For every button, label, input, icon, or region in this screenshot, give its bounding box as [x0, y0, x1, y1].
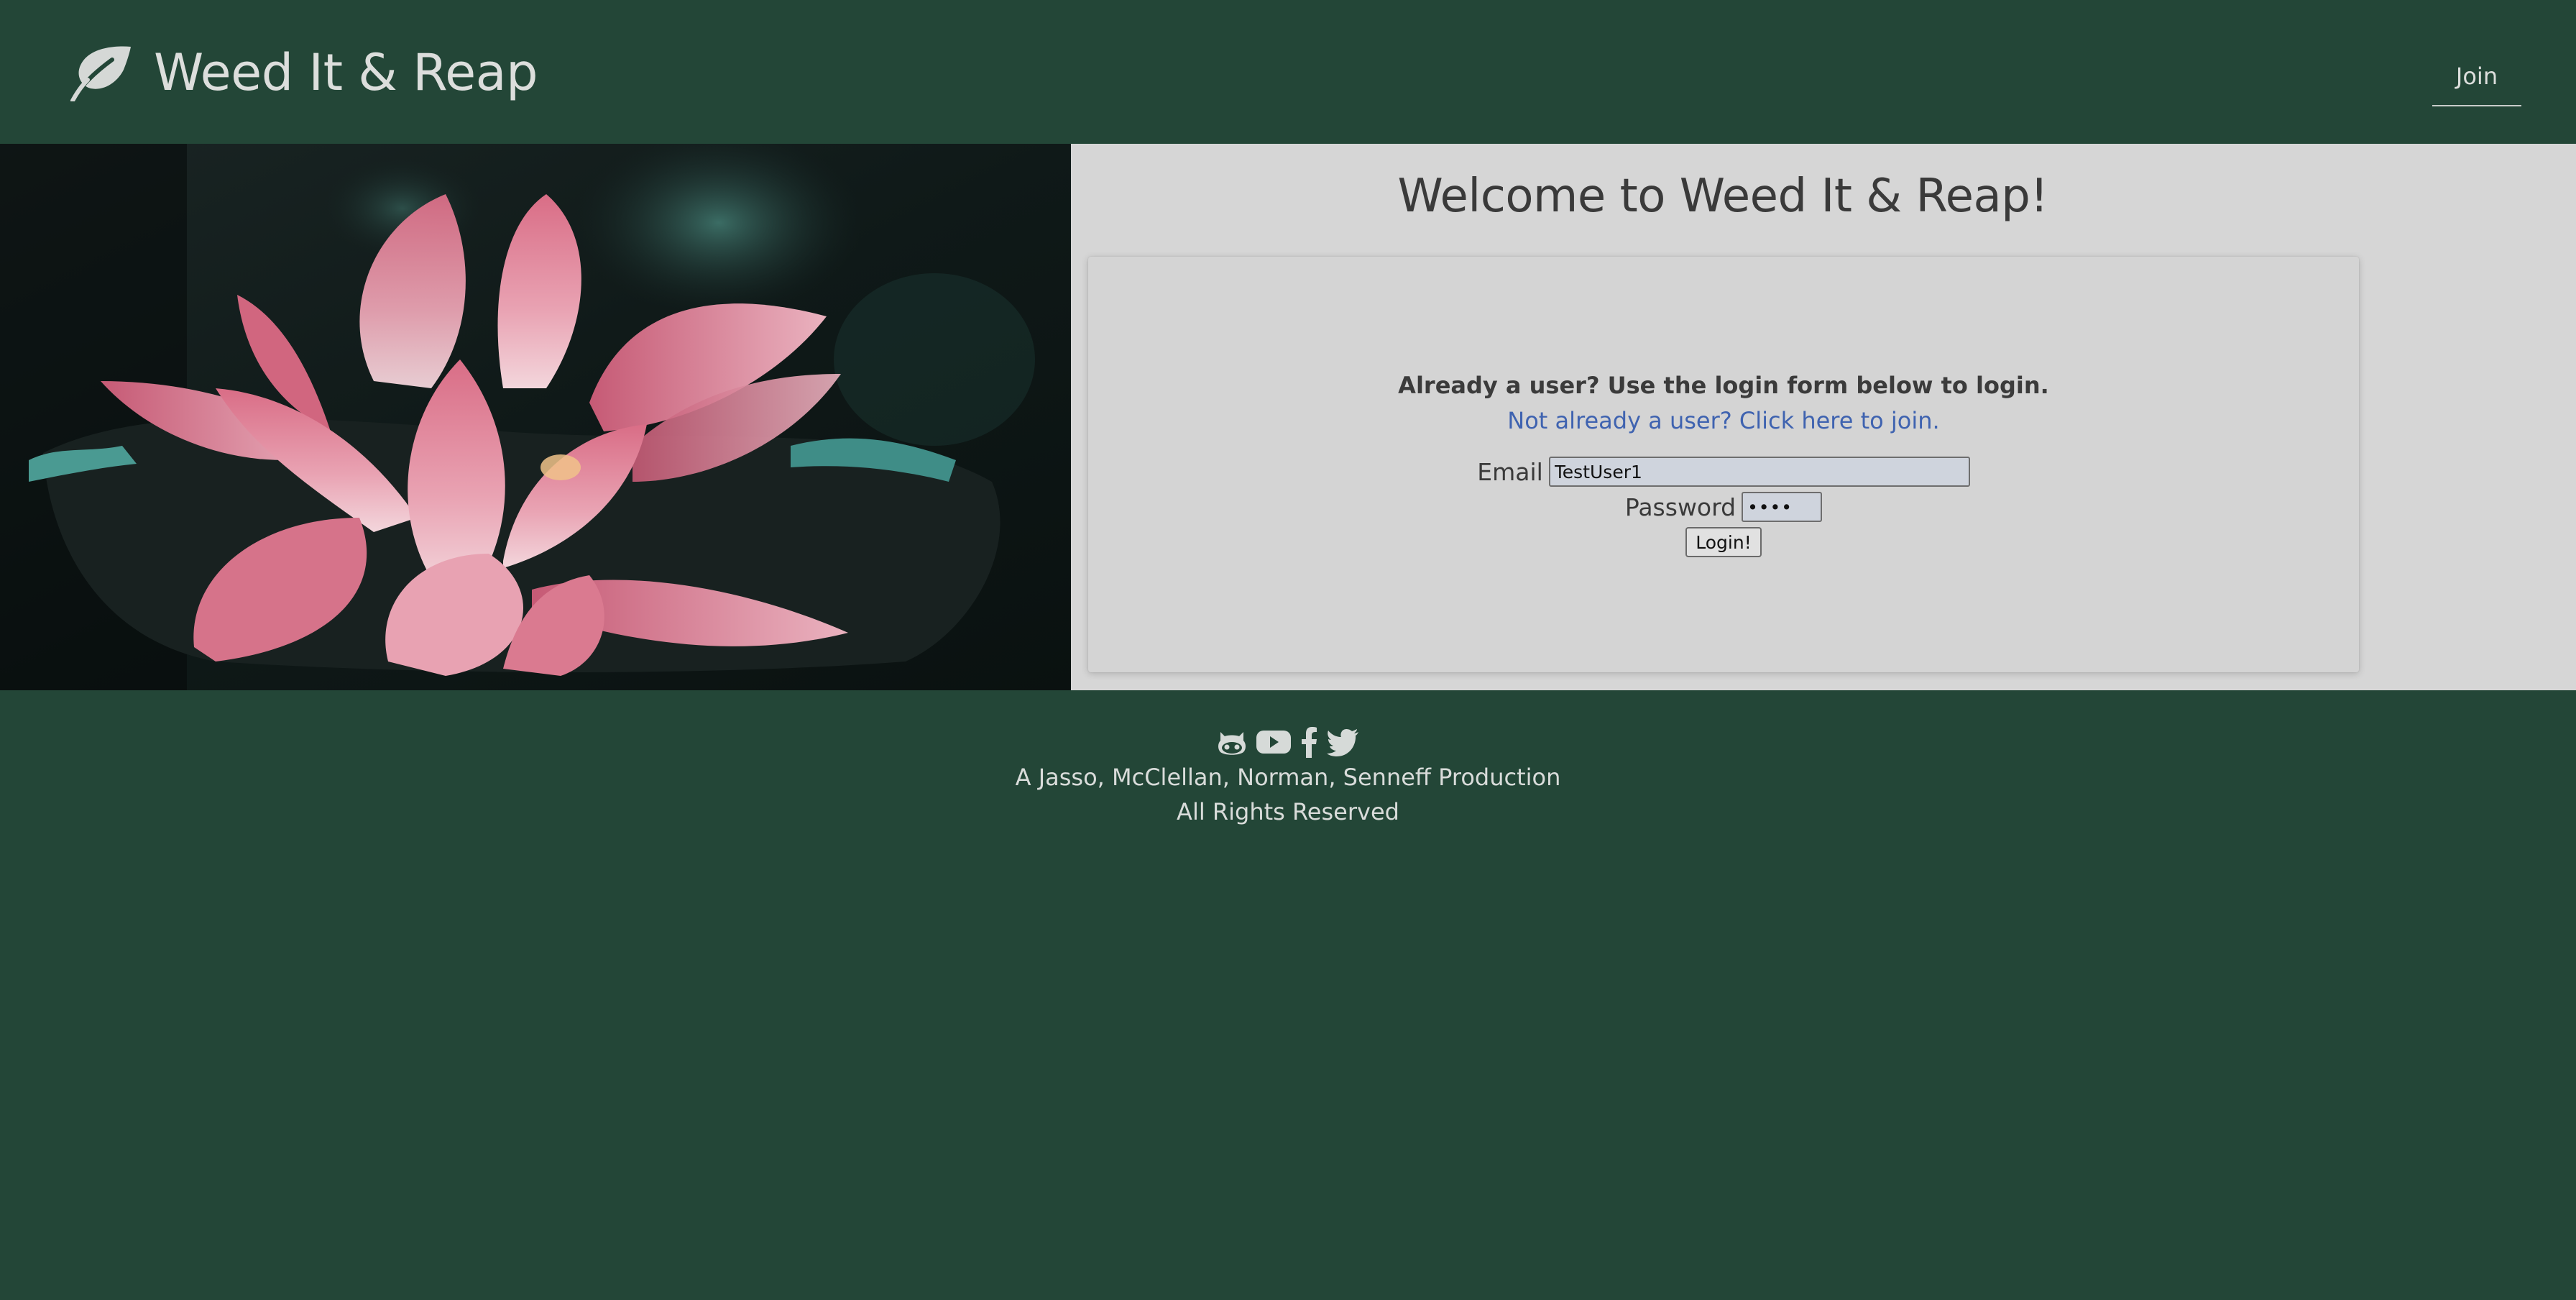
- twitter-icon[interactable]: [1327, 726, 1360, 758]
- lotus-illustration: [0, 144, 1071, 690]
- page-root: Weed It & Reap Join Welcome to Weed It &…: [0, 0, 2576, 1300]
- youtube-icon[interactable]: [1255, 726, 1292, 758]
- facebook-icon[interactable]: [1300, 726, 1320, 758]
- login-card: Already a user? Use the login form below…: [1088, 257, 2359, 672]
- brand-link[interactable]: Weed It & Reap: [70, 40, 538, 105]
- password-label: Password: [1624, 493, 1736, 521]
- nav-join-link[interactable]: Join: [2432, 56, 2521, 106]
- github-icon[interactable]: [1216, 726, 1248, 758]
- login-button[interactable]: Login!: [1685, 527, 1762, 557]
- email-row: Email: [1088, 457, 2359, 487]
- join-link[interactable]: Not already a user? Click here to join.: [1088, 407, 2359, 434]
- login-row: Login!: [1088, 527, 2359, 557]
- leaf-icon: [70, 46, 131, 101]
- email-label: Email: [1477, 457, 1543, 486]
- lotus-hero-image: [0, 144, 1071, 690]
- navbar: Weed It & Reap Join: [0, 0, 2576, 144]
- welcome-title: Welcome to Weed It & Reap!: [1397, 170, 2048, 223]
- footer-credit: A Jasso, McClellan, Norman, Senneff Prod…: [1015, 764, 1561, 791]
- login-heading: Already a user? Use the login form below…: [1398, 372, 2049, 399]
- footer-rights: All Rights Reserved: [1177, 798, 1399, 825]
- password-row: Password: [1088, 492, 2359, 522]
- brand-name: Weed It & Reap: [154, 43, 538, 102]
- social-icons: [0, 726, 2576, 758]
- email-input[interactable]: [1548, 457, 1970, 487]
- password-input[interactable]: [1742, 492, 1823, 522]
